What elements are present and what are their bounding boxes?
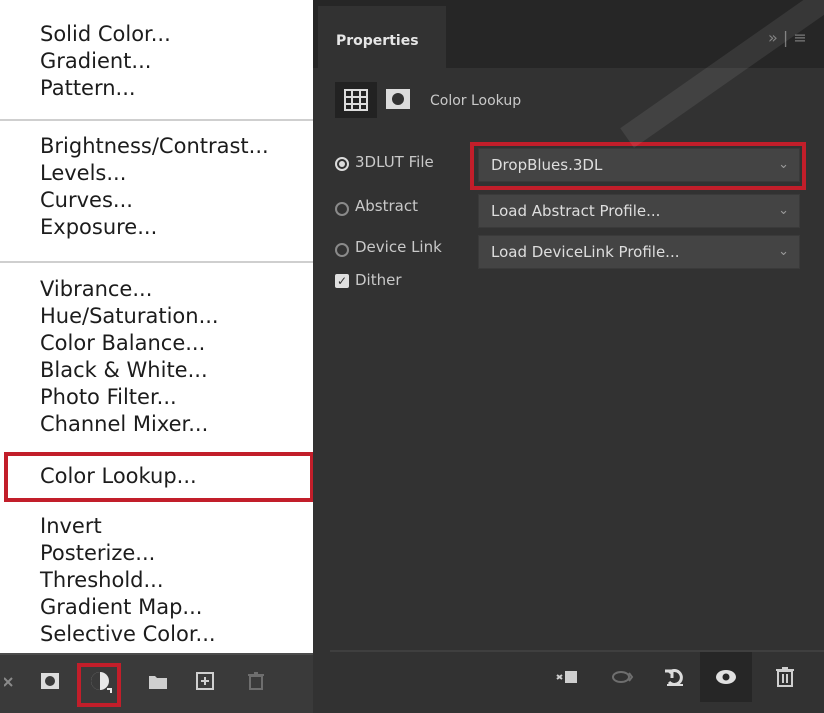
menu-divider [0,261,318,263]
trash-icon[interactable] [246,671,266,691]
menu-item-solid-color[interactable]: Solid Color... [40,20,171,48]
abstract-dropdown[interactable]: Load Abstract Profile... ⌄ [478,194,800,228]
menu-item-channel-mixer[interactable]: Channel Mixer... [40,410,208,438]
device-link-radio[interactable] [335,243,349,257]
reset-icon[interactable] [663,665,687,689]
tab-properties-label: Properties [336,33,419,49]
tab-properties[interactable]: Properties [318,6,446,68]
menu-item-brightness-contrast[interactable]: Brightness/Contrast... [40,132,269,160]
abstract-value: Load Abstract Profile... [491,202,661,220]
adjustment-title: Color Lookup [430,93,522,109]
chevron-down-icon: ⌄ [778,203,789,218]
lut-file-label: 3DLUT File [355,153,434,171]
layer-mask-icon[interactable] [385,88,411,110]
menu-item-exposure[interactable]: Exposure... [40,213,157,241]
menu-item-vibrance[interactable]: Vibrance... [40,275,152,303]
view-previous-icon[interactable] [611,665,635,689]
mask-icon[interactable] [40,671,60,691]
delete-icon[interactable] [773,665,797,689]
menu-item-gradient-map[interactable]: Gradient Map... [40,593,202,621]
color-lookup-highlight [4,452,314,502]
menu-divider [0,119,318,121]
menu-item-photo-filter[interactable]: Photo Filter... [40,383,177,411]
menu-item-selective-color[interactable]: Selective Color... [40,620,216,648]
menu-item-levels[interactable]: Levels... [40,159,126,187]
device-link-value: Load DeviceLink Profile... [491,243,680,261]
link-icon[interactable] [3,671,14,691]
folder-icon[interactable] [148,671,168,691]
dither-checkbox[interactable]: ✓ [335,274,349,288]
lut-file-radio[interactable] [335,157,349,171]
new-layer-icon[interactable] [195,671,215,691]
device-link-label: Device Link [355,238,442,256]
clip-to-layer-icon[interactable] [555,665,579,689]
toolbar-divider [0,653,318,655]
menu-item-invert[interactable]: Invert [40,512,102,540]
menu-item-black-white[interactable]: Black & White... [40,356,208,384]
menu-item-hue-saturation[interactable]: Hue/Saturation... [40,302,219,330]
properties-panel: Properties » | ≡ Color Lookup 3DLUT File… [313,0,824,713]
menu-item-pattern[interactable]: Pattern... [40,74,136,102]
layers-panel-toolbar [0,653,318,713]
menu-item-threshold[interactable]: Threshold... [40,566,164,594]
lut-dropdown-highlight [470,142,806,190]
chevron-down-icon: ⌄ [778,244,789,259]
device-link-dropdown[interactable]: Load DeviceLink Profile... ⌄ [478,235,800,269]
adjustment-icon-highlight [77,663,121,707]
visibility-icon[interactable] [700,652,752,702]
abstract-label: Abstract [355,197,418,215]
panel-menu-icon[interactable]: » | ≡ [768,28,807,47]
adjustment-type-icon[interactable] [335,82,377,118]
adjustment-menu: Solid Color... Gradient... Pattern... Br… [0,0,318,713]
menu-item-color-balance[interactable]: Color Balance... [40,329,205,357]
menu-item-gradient[interactable]: Gradient... [40,47,151,75]
dither-label: Dither [355,271,402,289]
menu-item-curves[interactable]: Curves... [40,186,133,214]
panel-tab-bar: Properties » | ≡ [313,0,824,68]
abstract-radio[interactable] [335,202,349,216]
menu-item-posterize[interactable]: Posterize... [40,539,155,567]
